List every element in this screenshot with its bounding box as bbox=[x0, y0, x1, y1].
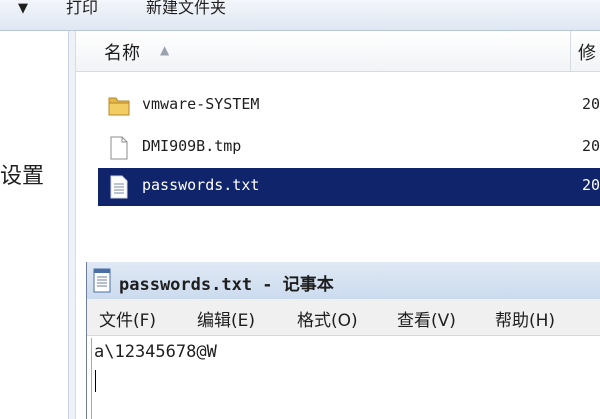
file-date: 20 bbox=[582, 176, 600, 194]
text-file-icon bbox=[106, 174, 132, 200]
organize-dropdown-arrow-icon[interactable]: ▼ bbox=[18, 1, 28, 16]
notepad-window-title: passwords.txt - 记事本 bbox=[119, 275, 334, 295]
column-header-name[interactable]: 名称 bbox=[104, 39, 140, 65]
notepad-title-bar[interactable]: passwords.txt - 记事本 bbox=[87, 262, 600, 299]
file-date: 20 bbox=[582, 95, 600, 113]
document-text: a\12345678@W bbox=[94, 342, 217, 362]
file-name: vmware-SYSTEM bbox=[142, 95, 260, 113]
file-row-dmi909b-tmp[interactable]: DMI909B.tmp 20 bbox=[98, 129, 600, 167]
file-name: DMI909B.tmp bbox=[142, 137, 242, 155]
column-separator[interactable] bbox=[570, 31, 571, 71]
file-row-vmware-system[interactable]: vmware-SYSTEM 20 bbox=[98, 87, 600, 125]
pane-splitter[interactable] bbox=[69, 31, 76, 419]
file-row-passwords-txt[interactable]: passwords.txt 20 bbox=[98, 168, 600, 206]
notepad-menu-bar: 文件(F) 编辑(E) 格式(O) 查看(V) 帮助(H) bbox=[87, 299, 600, 336]
column-header-date-modified[interactable]: 修 bbox=[578, 39, 596, 65]
navigation-pane: 设置 bbox=[0, 31, 69, 419]
notepad-icon bbox=[91, 266, 113, 294]
notepad-text-area[interactable]: a\12345678@W bbox=[91, 338, 600, 419]
file-name: passwords.txt bbox=[142, 176, 260, 194]
column-header-bar: 名称 ▲ 修 bbox=[76, 31, 600, 72]
menu-edit[interactable]: 编辑(E) bbox=[197, 306, 255, 331]
file-icon bbox=[106, 135, 132, 161]
text-caret bbox=[95, 370, 96, 392]
menu-file[interactable]: 文件(F) bbox=[99, 306, 156, 331]
notepad-window: passwords.txt - 记事本 文件(F) 编辑(E) 格式(O) 查看… bbox=[86, 262, 600, 419]
nav-item-settings[interactable]: 设置 bbox=[0, 158, 44, 190]
explorer-command-bar: ▼ 打印 新建文件夹 bbox=[0, 0, 600, 31]
screen: ▼ 打印 新建文件夹 设置 名称 ▲ 修 vmware-SYSTEM 20 DM… bbox=[0, 0, 600, 419]
sort-ascending-icon: ▲ bbox=[160, 43, 170, 57]
menu-help[interactable]: 帮助(H) bbox=[495, 306, 555, 331]
menu-format[interactable]: 格式(O) bbox=[297, 306, 358, 331]
folder-icon bbox=[106, 93, 132, 119]
new-folder-button[interactable]: 新建文件夹 bbox=[146, 0, 226, 16]
print-button[interactable]: 打印 bbox=[66, 0, 98, 16]
menu-view[interactable]: 查看(V) bbox=[397, 306, 456, 331]
file-date: 20 bbox=[582, 137, 600, 155]
